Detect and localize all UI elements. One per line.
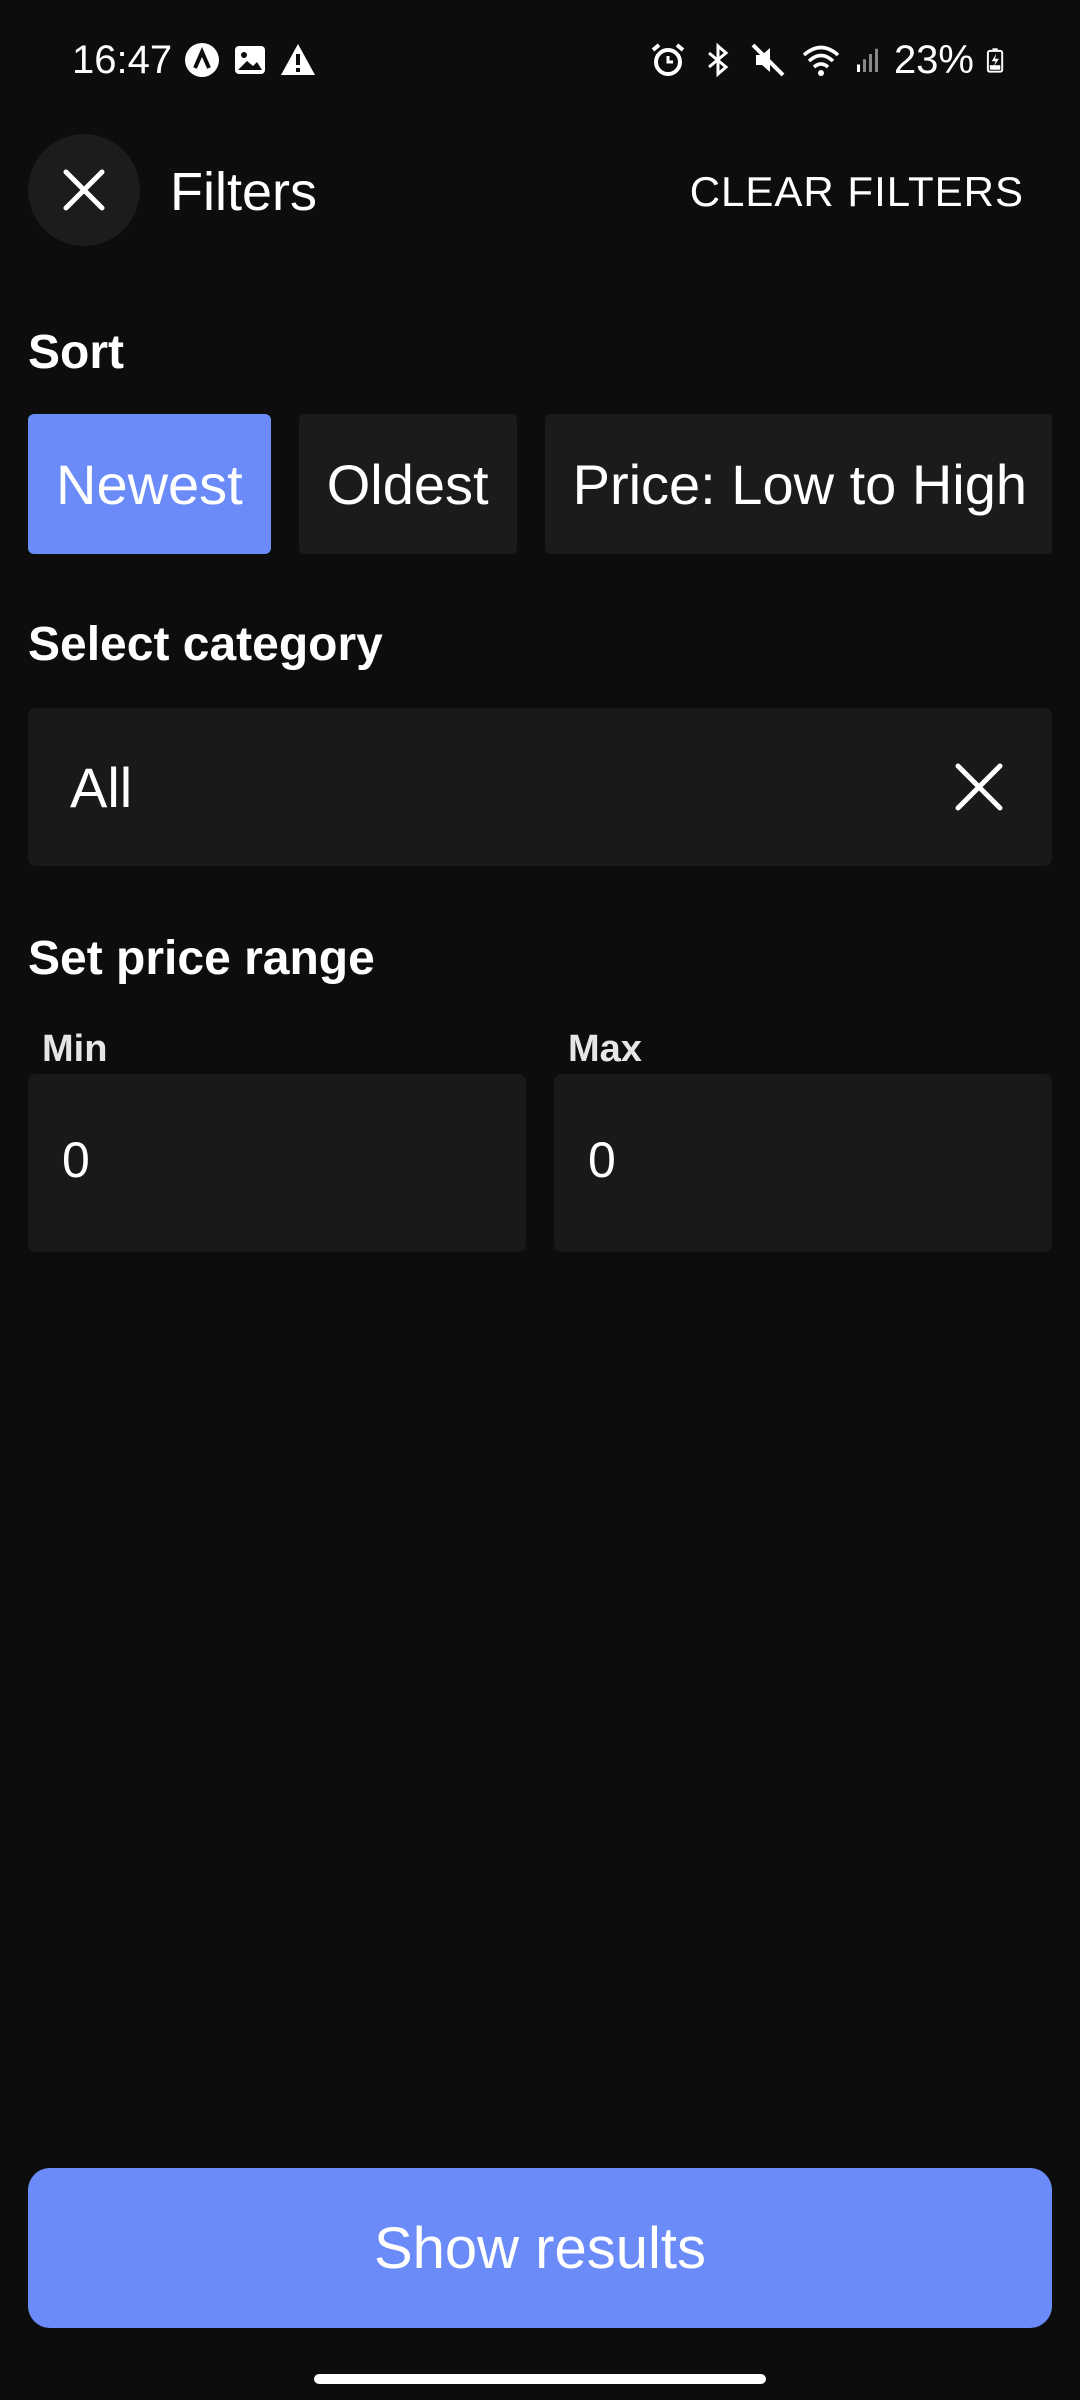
max-price-input[interactable]: 0 — [554, 1074, 1052, 1252]
category-value: All — [70, 756, 133, 819]
sort-section-title: Sort — [28, 326, 124, 379]
max-price-label: Max — [568, 1028, 642, 1070]
warning-icon — [281, 44, 315, 75]
max-price-value: 0 — [588, 1132, 616, 1188]
home-indicator[interactable] — [314, 2374, 766, 2384]
sort-options: Newest Oldest Price: Low to High — [28, 414, 1052, 554]
min-price-input[interactable]: 0 — [28, 1074, 526, 1252]
mute-icon — [751, 43, 785, 77]
clear-category-icon[interactable] — [946, 754, 1012, 820]
category-section-title: Select category — [28, 618, 383, 671]
bluetooth-icon — [707, 42, 729, 78]
wifi-icon — [802, 45, 840, 76]
battery-charging-icon — [986, 48, 1004, 73]
status-time: 16:47 — [72, 38, 173, 82]
min-price-label: Min — [42, 1028, 108, 1070]
sort-option-oldest[interactable]: Oldest — [298, 414, 517, 554]
page-title: Filters — [170, 162, 317, 222]
min-price-value: 0 — [62, 1132, 90, 1188]
sort-option-newest[interactable]: Newest — [28, 414, 271, 554]
status-bar: 16:47 23% — [0, 0, 1080, 120]
price-range-section-title: Set price range — [28, 932, 375, 985]
app-notification-icon — [185, 43, 219, 77]
status-notification-icons — [182, 40, 318, 80]
filters-screen: 16:47 23% Filters CLEAR FILTERS Sort New… — [0, 0, 1080, 2400]
show-results-button[interactable]: Show results — [28, 2168, 1052, 2328]
battery-percentage: 23% — [893, 38, 974, 82]
clear-filters-button[interactable]: CLEAR FILTERS — [690, 166, 1024, 218]
status-system-icons: 23% — [648, 36, 1010, 84]
category-select[interactable]: All — [28, 708, 1052, 866]
gallery-icon — [235, 46, 265, 74]
close-icon — [63, 169, 105, 211]
sort-option-price-low-high[interactable]: Price: Low to High — [544, 414, 1052, 554]
close-button[interactable] — [28, 134, 140, 246]
alarm-icon — [651, 43, 685, 76]
signal-icon — [856, 48, 878, 72]
